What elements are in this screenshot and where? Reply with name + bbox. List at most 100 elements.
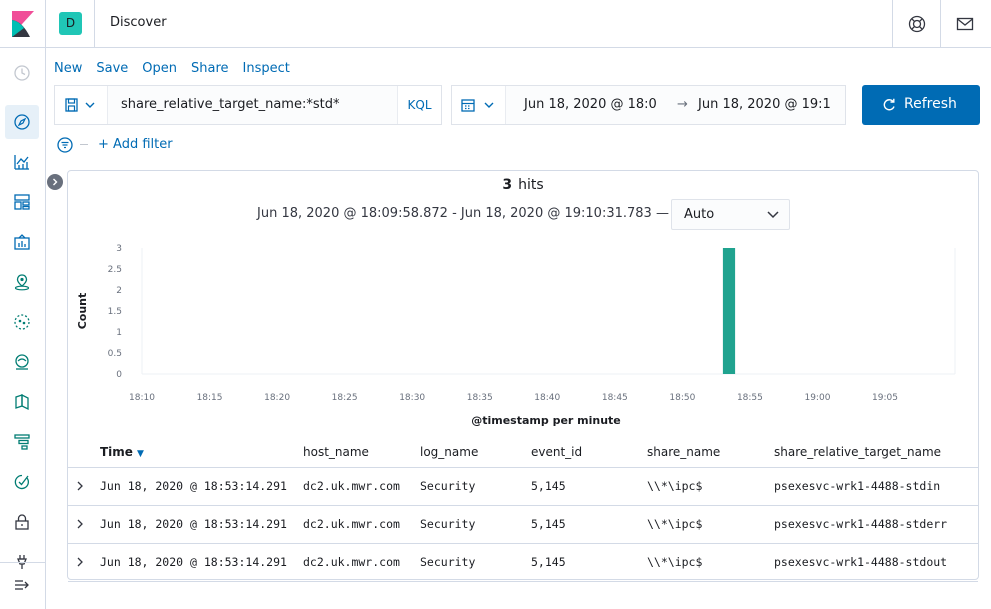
newsfeed-icon xyxy=(956,17,974,31)
table-row[interactable]: Jun 18, 2020 @ 18:53:14.291 dc2.uk.mwr.co… xyxy=(68,544,978,582)
table-row[interactable]: Jun 18, 2020 @ 18:53:14.291 dc2.uk.mwr.co… xyxy=(68,506,978,544)
logs-icon xyxy=(15,393,29,411)
x-tick-label: 18:40 xyxy=(534,393,560,403)
query-input[interactable]: share_relative_target_name:*std* xyxy=(121,97,339,112)
table-cell-log-name: Security xyxy=(420,517,476,531)
nav-dock-toggle[interactable] xyxy=(5,568,39,602)
y-axis: 0 0.5 1 1.5 2 2.5 3 xyxy=(108,244,123,380)
x-tick-label: 18:20 xyxy=(264,393,290,403)
nav-divider xyxy=(0,562,46,563)
expand-row-icon[interactable] xyxy=(76,481,84,491)
nav-siem[interactable] xyxy=(5,505,39,539)
maps-icon xyxy=(14,274,30,291)
saved-query-button[interactable] xyxy=(55,86,108,124)
chevron-right-icon xyxy=(53,178,58,186)
menu-new[interactable]: New xyxy=(54,61,82,76)
save-icon xyxy=(65,98,95,112)
table-cell-share-name: \\*\ipc$ xyxy=(647,555,703,569)
menu-save[interactable]: Save xyxy=(96,61,128,76)
end-date-button[interactable]: Jun 18, 2020 @ 19:1 xyxy=(698,97,831,112)
kibana-logo[interactable] xyxy=(0,0,46,48)
uptime-icon xyxy=(14,474,30,490)
newsfeed-button[interactable] xyxy=(940,0,988,48)
nav-maps[interactable] xyxy=(5,265,39,299)
x-tick-label: 18:30 xyxy=(399,393,425,403)
quick-time-menu-button[interactable] xyxy=(452,86,506,124)
nav-recently-viewed[interactable] xyxy=(5,56,39,90)
column-header-event-id[interactable]: event_id xyxy=(531,445,582,459)
hits-count: 3 xyxy=(502,177,513,193)
column-header-host-name[interactable]: host_name xyxy=(303,445,369,459)
y-tick-label: 0.5 xyxy=(108,349,122,359)
hits-label: hits xyxy=(518,177,544,193)
refresh-label: Refresh xyxy=(904,96,957,112)
chevron-down-icon xyxy=(767,211,779,219)
table-cell-share-name: \\*\ipc$ xyxy=(647,479,703,493)
menu-open[interactable]: Open xyxy=(142,61,177,76)
table-cell-host-name: dc2.uk.mwr.com xyxy=(303,555,400,569)
time-picker: Jun 18, 2020 @ 18:0 → Jun 18, 2020 @ 19:… xyxy=(451,85,846,125)
top-header: D Discover xyxy=(0,0,991,48)
chart-bars xyxy=(722,248,736,374)
y-tick-label: 2 xyxy=(116,286,122,296)
column-header-share-relative-target-name[interactable]: share_relative_target_name xyxy=(774,445,941,459)
app-title: Discover xyxy=(110,15,167,30)
nav-machine-learning[interactable] xyxy=(5,305,39,339)
table-cell-time: Jun 18, 2020 @ 18:53:14.291 xyxy=(100,479,287,493)
space-avatar[interactable]: D xyxy=(59,12,82,35)
add-filter-button[interactable]: + Add filter xyxy=(98,137,173,152)
time-range-label: Jun 18, 2020 @ 18:09:58.872 - Jun 18, 20… xyxy=(257,206,669,221)
sort-descending-icon[interactable]: ▼ xyxy=(137,449,144,459)
nav-visualize[interactable] xyxy=(5,145,39,179)
table-cell-host-name: dc2.uk.mwr.com xyxy=(303,479,400,493)
column-header-time[interactable]: Time ▼ xyxy=(100,445,144,459)
x-tick-label: 18:10 xyxy=(129,393,155,403)
x-axis: 18:10 18:15 18:20 18:25 18:30 18:35 18:40 18:45… xyxy=(129,393,898,403)
visualize-icon xyxy=(14,155,29,170)
table-cell-time: Jun 18, 2020 @ 18:53:14.291 xyxy=(100,555,287,569)
nav-discover[interactable] xyxy=(5,105,39,139)
menu-share[interactable]: Share xyxy=(191,61,229,76)
chart-grid xyxy=(141,248,956,375)
column-header-share-name[interactable]: share_name xyxy=(647,445,720,459)
nav-logs[interactable] xyxy=(5,385,39,419)
nav-apm[interactable] xyxy=(5,425,39,459)
help-button[interactable] xyxy=(892,0,940,48)
toggle-sidebar-button[interactable] xyxy=(47,174,63,190)
x-tick-label: 18:50 xyxy=(669,393,695,403)
interval-select[interactable]: Auto xyxy=(671,199,790,230)
results-panel: 3 hits Jun 18, 2020 @ 18:09:58.872 - Jun … xyxy=(67,170,979,582)
apm-icon xyxy=(14,434,30,450)
refresh-icon xyxy=(883,98,895,111)
histogram-bar[interactable] xyxy=(722,248,736,374)
table-cell-log-name: Security xyxy=(420,479,476,493)
y-tick-label: 0 xyxy=(116,370,122,380)
ml-icon xyxy=(14,314,30,330)
table-cell-host-name: dc2.uk.mwr.com xyxy=(303,517,400,531)
nav-canvas[interactable] xyxy=(5,225,39,259)
table-cell-share-relative-target-name: psexesvc-wrk1-4488-stdin xyxy=(774,479,941,493)
start-date-button[interactable]: Jun 18, 2020 @ 18:0 xyxy=(524,97,657,112)
filter-icon[interactable] xyxy=(57,137,75,153)
x-tick-label: 18:15 xyxy=(197,393,223,403)
x-tick-label: 18:35 xyxy=(467,393,493,403)
help-icon xyxy=(908,15,926,33)
nav-metrics[interactable] xyxy=(5,345,39,379)
nav-dashboard[interactable] xyxy=(5,185,39,219)
table-row[interactable]: Jun 18, 2020 @ 18:53:14.291 dc2.uk.mwr.co… xyxy=(68,468,978,506)
y-axis-label: Count xyxy=(76,293,89,330)
expand-row-icon[interactable] xyxy=(76,557,84,567)
x-axis-label: @timestamp per minute xyxy=(471,414,621,427)
column-header-log-name[interactable]: log_name xyxy=(420,445,478,459)
top-nav-menu: New Save Open Share Inspect xyxy=(54,61,304,76)
hits-counter: 3 hits xyxy=(68,177,978,193)
metrics-icon xyxy=(15,354,29,370)
expand-row-icon[interactable] xyxy=(76,519,84,529)
refresh-button[interactable]: Refresh xyxy=(862,85,980,125)
nav-uptime[interactable] xyxy=(5,465,39,499)
query-language-button[interactable]: KQL xyxy=(397,86,441,124)
canvas-icon xyxy=(14,234,30,250)
x-tick-label: 18:55 xyxy=(737,393,763,403)
menu-inspect[interactable]: Inspect xyxy=(243,61,290,76)
table-cell-event-id: 5,145 xyxy=(531,555,566,569)
